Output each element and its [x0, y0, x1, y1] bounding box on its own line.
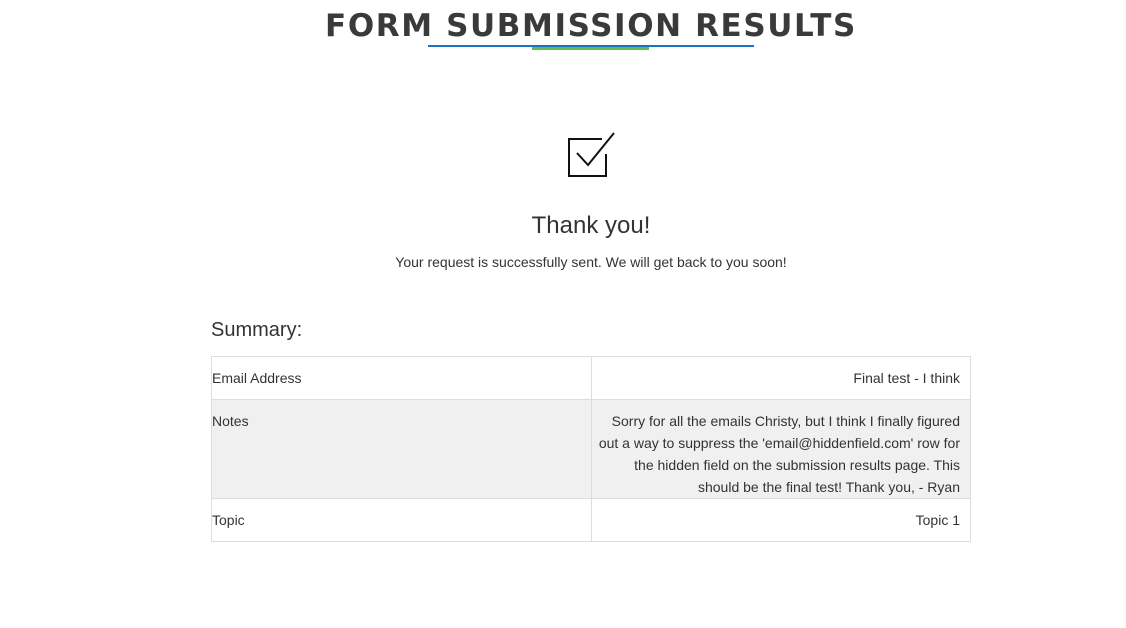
field-value: Sorry for all the emails Christy, but I … [591, 399, 971, 499]
title-underline-accent [532, 47, 649, 50]
summary-heading: Summary: [211, 319, 303, 341]
table-row: Email Address Final test - I think [211, 356, 971, 400]
thank-you-heading: Thank you! [531, 212, 651, 239]
page-title: FORM SUBMISSION RESULTS [325, 8, 857, 44]
page-header: FORM SUBMISSION RESULTS [0, 6, 1126, 46]
field-label: Notes [211, 399, 592, 499]
table-row: Topic Topic 1 [211, 498, 971, 542]
form-results-page: FORM SUBMISSION RESULTS Thank you! Your … [0, 0, 1126, 628]
checkbox-checked-icon [566, 131, 616, 179]
confirmation-message: Your request is successfully sent. We wi… [395, 254, 787, 270]
field-label: Email Address [211, 356, 592, 400]
field-label: Topic [211, 498, 592, 542]
table-row: Notes Sorry for all the emails Christy, … [211, 399, 971, 499]
field-value: Topic 1 [591, 498, 971, 542]
field-value: Final test - I think [591, 356, 971, 400]
summary-table: Email Address Final test - I think Notes… [211, 356, 971, 542]
